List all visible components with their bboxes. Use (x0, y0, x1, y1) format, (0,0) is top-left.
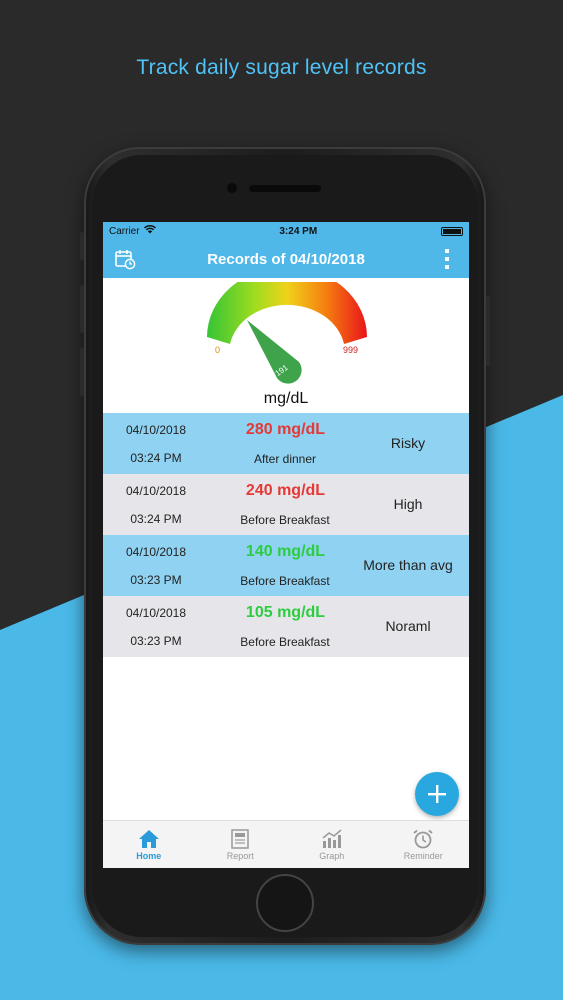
bottom-tab-bar: Home Report Graph Reminder (103, 820, 469, 868)
records-list: 04/10/2018 03:24 PM 280 mg/dL After dinn… (103, 413, 469, 657)
home-hardware-button (256, 874, 314, 932)
record-date: 04/10/2018 (125, 545, 187, 559)
report-icon (231, 828, 249, 849)
record-value: 140 mg/dL (245, 543, 326, 560)
tab-report-label: Report (226, 850, 254, 861)
table-row[interactable]: 04/10/2018 03:24 PM 280 mg/dL After dinn… (103, 413, 469, 474)
page-title: Records of 04/10/2018 (207, 250, 365, 268)
table-row[interactable]: 04/10/2018 03:24 PM 240 mg/dL Before Bre… (103, 474, 469, 535)
record-meal: Before Breakfast (240, 574, 330, 588)
volume-up-button (80, 285, 84, 333)
status-bar: Carrier 3:24 PM (103, 222, 469, 240)
record-status: Noraml (385, 618, 431, 634)
record-value: 240 mg/dL (245, 482, 326, 499)
record-status: More than avg (363, 557, 453, 573)
tab-reminder-label: Reminder (403, 850, 443, 861)
volume-down-button (80, 348, 84, 396)
tab-home-label: Home (136, 850, 162, 861)
headline: Track daily sugar level records (136, 56, 427, 79)
record-value: 105 mg/dL (245, 604, 326, 621)
record-date: 04/10/2018 (125, 484, 187, 498)
power-button (486, 296, 490, 366)
record-date: 04/10/2018 (125, 423, 187, 437)
wifi-icon (143, 225, 156, 237)
gauge-min-label: 0 (215, 345, 221, 355)
tab-home[interactable]: Home (103, 821, 195, 868)
record-meal: After dinner (253, 452, 317, 466)
tab-graph-label: Graph (319, 850, 345, 861)
home-icon (138, 829, 159, 848)
tab-reminder[interactable]: Reminder (378, 821, 470, 868)
table-row[interactable]: 04/10/2018 03:23 PM 105 mg/dL Before Bre… (103, 596, 469, 657)
record-status: High (393, 496, 423, 512)
record-date: 04/10/2018 (125, 606, 187, 620)
front-camera (227, 183, 237, 193)
graph-icon (322, 828, 342, 848)
record-time: 03:23 PM (130, 573, 182, 587)
gauge-max-label: 999 (343, 345, 359, 355)
add-record-button[interactable] (415, 772, 459, 816)
record-time: 03:24 PM (130, 451, 182, 465)
record-time: 03:24 PM (130, 512, 182, 526)
battery-icon (440, 226, 463, 236)
record-value: 280 mg/dL (245, 421, 326, 438)
earpiece-speaker (249, 185, 321, 192)
table-row[interactable]: 04/10/2018 03:23 PM 140 mg/dL Before Bre… (103, 535, 469, 596)
calendar-clock-icon[interactable] (113, 247, 137, 271)
gauge-unit: mg/dL (263, 390, 309, 407)
record-status: Risky (390, 435, 426, 451)
status-time: 3:24 PM (279, 225, 318, 237)
carrier-label: Carrier (109, 225, 140, 237)
tab-report[interactable]: Report (195, 821, 287, 868)
app-bar: Records of 04/10/2018 (103, 240, 469, 278)
plus-icon (428, 785, 446, 803)
record-time: 03:23 PM (130, 634, 182, 648)
sugar-gauge: 191 0 999 mg/dL (103, 278, 469, 413)
app-screen: Carrier 3:24 PM Records of 04/10/2018 19… (103, 222, 469, 868)
gauge-needle (247, 320, 302, 384)
more-vertical-icon[interactable] (435, 247, 459, 271)
tab-graph[interactable]: Graph (286, 821, 378, 868)
record-meal: Before Breakfast (240, 513, 330, 527)
mute-switch (80, 232, 84, 260)
alarm-clock-icon (413, 829, 433, 848)
record-meal: Before Breakfast (240, 635, 330, 649)
